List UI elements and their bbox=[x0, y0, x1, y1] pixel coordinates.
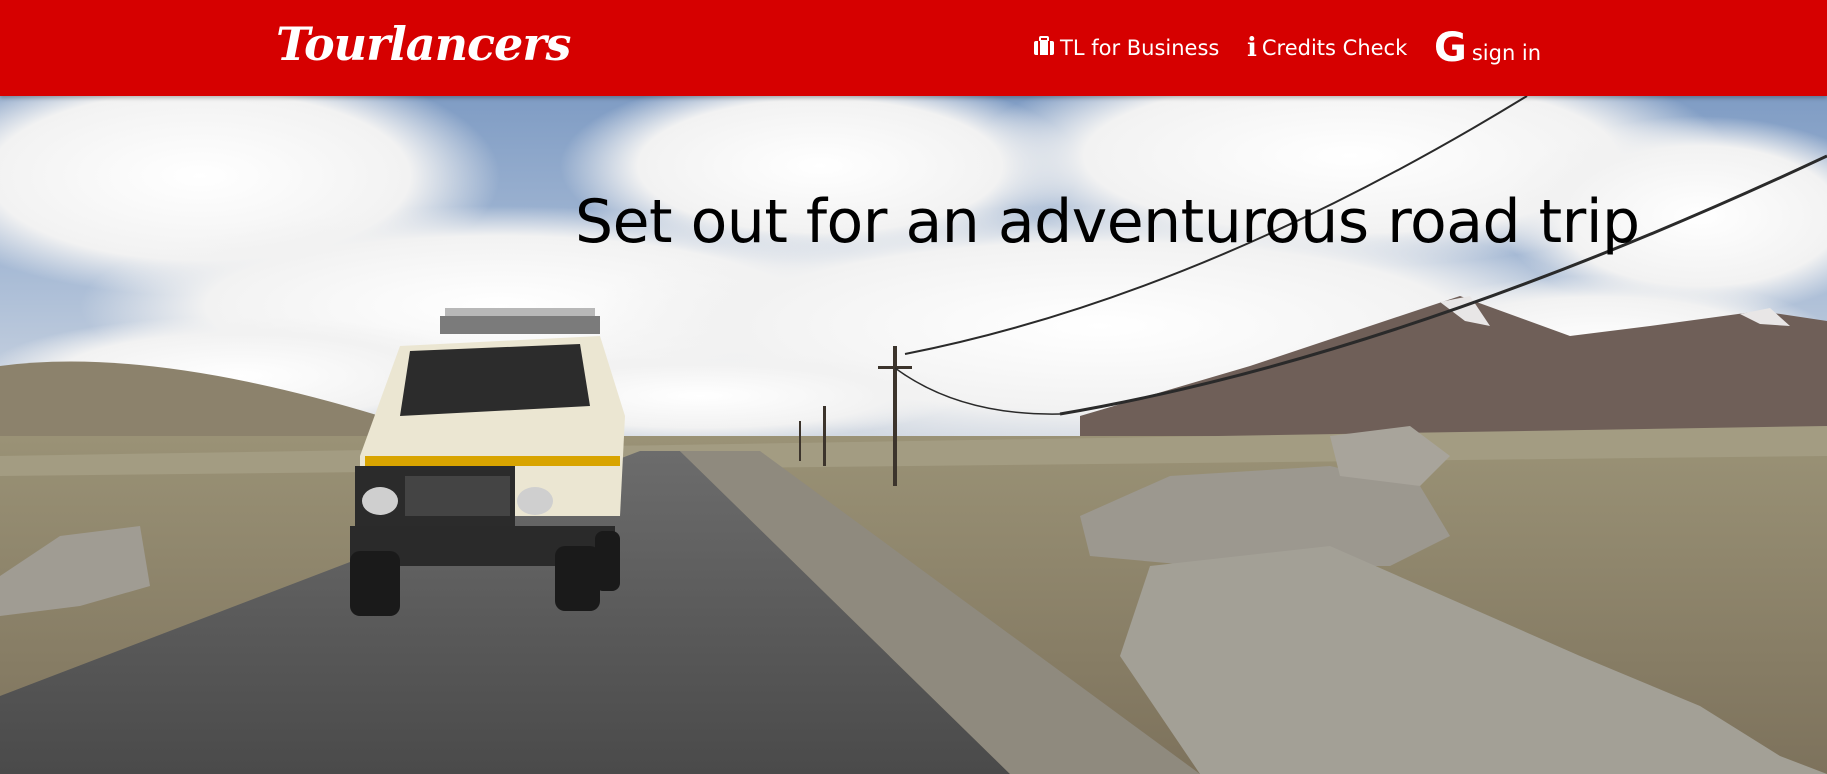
nav-tl-for-business[interactable]: TL for Business bbox=[1033, 0, 1219, 96]
google-icon: G bbox=[1434, 25, 1467, 71]
info-icon: i bbox=[1247, 33, 1257, 63]
nav-label: Credits Check bbox=[1261, 36, 1408, 60]
hero-headline: Set out for an adventurous road trip bbox=[575, 187, 1640, 257]
nav-label: TL for Business bbox=[1060, 36, 1220, 60]
nav-credits-check[interactable]: i Credits Check bbox=[1247, 0, 1407, 96]
nav-sign-in[interactable]: G sign in bbox=[1434, 0, 1541, 96]
brand-logo[interactable]: Tourlancers bbox=[276, 14, 571, 74]
nav-label: sign in bbox=[1471, 41, 1542, 65]
briefcase-icon bbox=[1033, 35, 1055, 61]
hero-banner: Set out for an adventurous road trip bbox=[0, 96, 1827, 774]
top-navbar: Tourlancers TL for Business i Credits Ch… bbox=[0, 0, 1827, 96]
